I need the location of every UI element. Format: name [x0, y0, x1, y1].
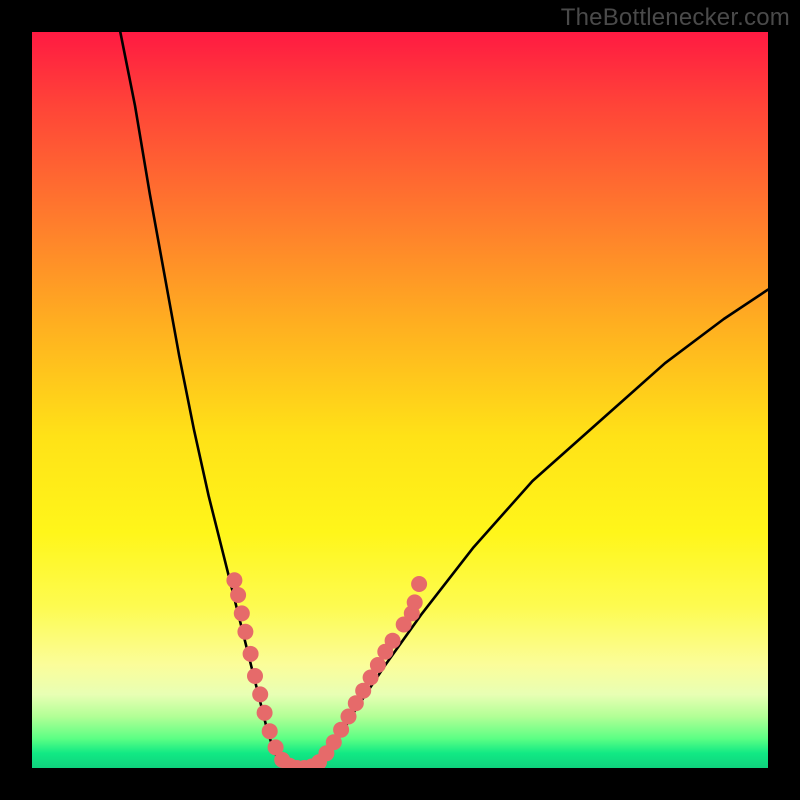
data-marker — [407, 594, 423, 610]
data-marker — [252, 686, 268, 702]
data-marker — [262, 723, 278, 739]
data-marker — [257, 705, 273, 721]
plot-overlay — [32, 32, 768, 768]
data-marker — [237, 624, 253, 640]
data-marker — [411, 576, 427, 592]
data-markers — [226, 572, 427, 768]
plot-frame — [32, 32, 768, 768]
data-marker — [385, 633, 401, 649]
data-marker — [230, 587, 246, 603]
data-marker — [247, 668, 263, 684]
data-marker — [234, 605, 250, 621]
data-marker — [226, 572, 242, 588]
curve-path — [120, 32, 768, 768]
watermark-text: TheBottlenecker.com — [561, 4, 790, 32]
bottleneck-curve — [120, 32, 768, 768]
data-marker — [243, 646, 259, 662]
